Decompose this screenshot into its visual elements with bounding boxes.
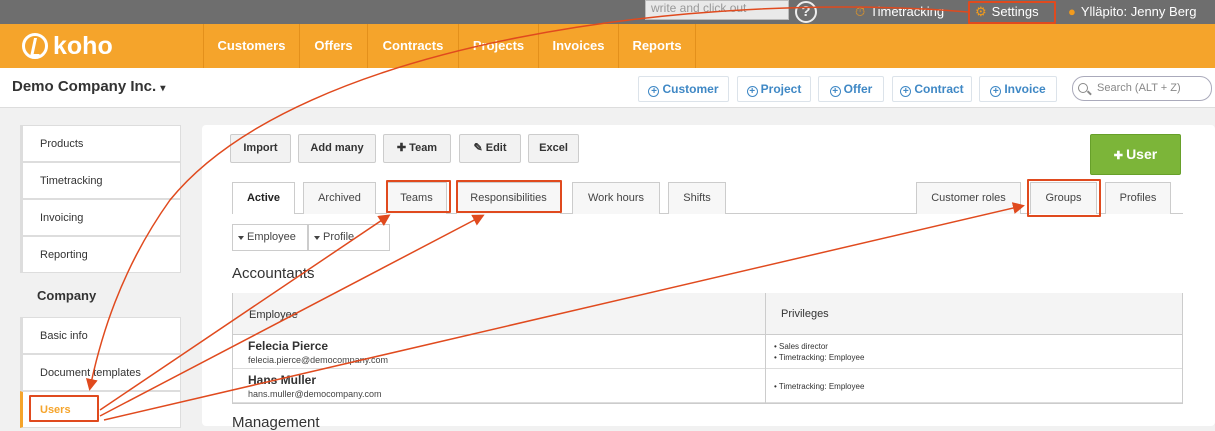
- edit-button[interactable]: ✎ Edit: [459, 134, 521, 163]
- tab-archived[interactable]: Archived: [303, 182, 376, 214]
- company-name: Demo Company Inc.: [12, 78, 157, 95]
- plus-circle-icon: +: [648, 86, 660, 97]
- caret-down-icon: ▾: [160, 83, 166, 94]
- edit-icon: ✎: [473, 142, 486, 154]
- logo-text: koho: [53, 31, 113, 60]
- main-nav: koho Customers Offers Contracts Projects…: [0, 24, 1215, 68]
- highlight-responsibilities: [456, 180, 562, 213]
- sidebar-heading-company: Company: [37, 288, 97, 303]
- privilege-item: • Timetracking: Employee: [774, 353, 865, 362]
- sidebar-item-products[interactable]: Products: [20, 125, 181, 162]
- plus-circle-icon: +: [829, 86, 841, 97]
- employee-name[interactable]: Felecia Pierce: [248, 339, 328, 353]
- add-many-button[interactable]: Add many: [298, 134, 376, 163]
- highlight-groups: [1027, 179, 1101, 217]
- nav-customers[interactable]: Customers: [203, 24, 299, 68]
- nav-offers[interactable]: Offers: [299, 24, 367, 68]
- quick-label: Project: [760, 82, 802, 96]
- write-note-input[interactable]: write and click out: [645, 0, 789, 20]
- plus-circle-icon: +: [990, 86, 1002, 97]
- koho-logo-icon: [22, 33, 48, 59]
- quick-add-offer[interactable]: + Offer: [818, 76, 884, 102]
- column-divider: [765, 293, 766, 404]
- quick-label: Offer: [843, 82, 873, 96]
- team-button[interactable]: ✚ Team: [383, 134, 451, 163]
- user-icon: ●: [1068, 4, 1076, 19]
- tab-shifts[interactable]: Shifts: [668, 182, 726, 214]
- employee-filter[interactable]: Employee: [232, 224, 308, 251]
- koho-logo[interactable]: koho: [22, 32, 113, 60]
- tab-profiles[interactable]: Profiles: [1105, 182, 1171, 214]
- section-heading-management: Management: [232, 414, 320, 431]
- highlight-settings: [968, 1, 1056, 24]
- highlight-users: [29, 395, 99, 422]
- company-selector[interactable]: Demo Company Inc. ▾: [12, 78, 165, 95]
- plus-icon: ✚: [1113, 150, 1127, 162]
- quick-add-contract[interactable]: + Contract: [892, 76, 972, 102]
- timer-icon: ⏱: [855, 4, 866, 19]
- employee-name[interactable]: Hans Muller: [248, 373, 316, 387]
- quick-add-invoice[interactable]: + Invoice: [979, 76, 1057, 102]
- plus-circle-icon: +: [900, 86, 912, 97]
- section-heading-accountants: Accountants: [232, 265, 315, 282]
- sidebar-item-document-templates[interactable]: Document templates: [20, 354, 181, 391]
- privilege-text: Timetracking: Employee: [778, 353, 865, 362]
- sidebar-item-reporting[interactable]: Reporting: [20, 236, 181, 273]
- search-icon: [1078, 83, 1088, 93]
- quick-label: Contract: [914, 82, 964, 96]
- sidebar-item-invoicing[interactable]: Invoicing: [20, 199, 181, 236]
- col-header-employee: Employee: [233, 293, 765, 335]
- plus-circle-icon: +: [746, 86, 758, 97]
- help-icon[interactable]: ?: [795, 1, 817, 23]
- edit-label: Edit: [485, 142, 507, 154]
- profile-filter[interactable]: Profile: [308, 224, 390, 251]
- employee-email: felecia.pierce@democompany.com: [248, 355, 389, 365]
- privilege-text: Timetracking: Employee: [778, 382, 865, 391]
- add-user-button[interactable]: ✚ User: [1090, 134, 1181, 175]
- timetracking-link[interactable]: ⏱ Timetracking: [855, 0, 944, 24]
- quick-label: Customer: [662, 82, 719, 96]
- team-label: Team: [409, 142, 438, 154]
- user-menu[interactable]: ● Ylläpito: Jenny Berg: [1068, 0, 1196, 24]
- quick-label: Invoice: [1004, 82, 1046, 96]
- highlight-teams: [386, 180, 451, 213]
- tab-customer-roles[interactable]: Customer roles: [916, 182, 1021, 214]
- sidebar-item-basic-info[interactable]: Basic info: [20, 317, 181, 354]
- privilege-item: • Timetracking: Employee: [774, 382, 865, 391]
- privilege-text: Sales director: [779, 342, 828, 351]
- employee-email: hans.muller@democompany.com: [248, 389, 382, 399]
- excel-button[interactable]: Excel: [528, 134, 579, 163]
- import-button[interactable]: Import: [230, 134, 291, 163]
- privilege-item: • Sales director: [774, 342, 828, 351]
- col-header-privileges: Privileges: [766, 293, 1182, 335]
- nav-contracts[interactable]: Contracts: [367, 24, 458, 68]
- plus-icon: ✚: [396, 142, 410, 154]
- timetracking-label: Timetracking: [870, 4, 945, 19]
- user-name: Ylläpito: Jenny Berg: [1080, 4, 1197, 19]
- tab-work-hours[interactable]: Work hours: [572, 182, 660, 214]
- quick-add-customer[interactable]: + Customer: [638, 76, 729, 102]
- nav-invoices[interactable]: Invoices: [538, 24, 618, 68]
- search-input[interactable]: Search (ALT + Z): [1072, 76, 1212, 101]
- quick-add-project[interactable]: + Project: [737, 76, 811, 102]
- nav-projects[interactable]: Projects: [458, 24, 538, 68]
- tab-active[interactable]: Active: [232, 182, 295, 214]
- sidebar-item-timetracking[interactable]: Timetracking: [20, 162, 181, 199]
- nav-reports[interactable]: Reports: [618, 24, 696, 68]
- add-user-label: User: [1126, 146, 1158, 162]
